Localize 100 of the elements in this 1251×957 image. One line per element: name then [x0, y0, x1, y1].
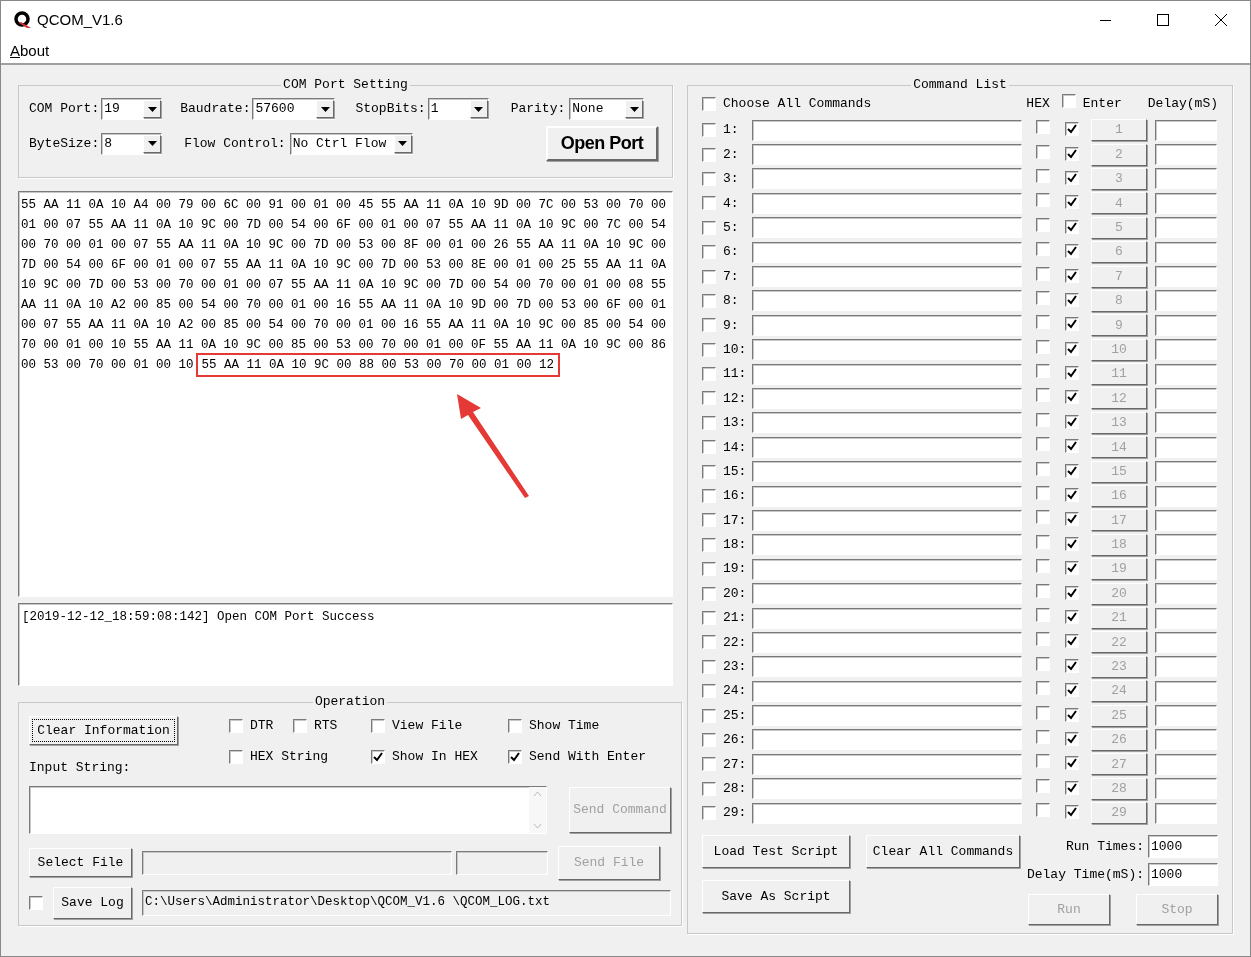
delay-field[interactable] [1155, 705, 1217, 727]
command-field[interactable] [752, 509, 1022, 531]
delay-field[interactable] [1155, 461, 1217, 483]
command-field[interactable] [752, 656, 1022, 678]
delay-field[interactable] [1155, 241, 1217, 263]
command-field[interactable] [752, 778, 1022, 800]
dropdown[interactable]: 57600 [252, 98, 336, 120]
dropdown[interactable]: None [569, 98, 645, 120]
command-field[interactable] [752, 241, 1022, 263]
menu-item[interactable]: About [10, 39, 50, 63]
hex-line: 55 AA 11 0A 10 A4 00 79 00 6C 00 91 00 01 00 45 55 AA 11 0A 10 9D 00 7C 00 53 00 70 00 [21, 196, 667, 214]
delay-field[interactable] [1155, 583, 1217, 605]
checkbox[interactable] [29, 895, 43, 910]
clear-information-button[interactable]: Clear Information [29, 716, 178, 745]
command-field[interactable] [752, 119, 1022, 141]
dropdown[interactable]: 19 [101, 98, 163, 120]
delay-field[interactable] [1155, 388, 1217, 409]
command-field[interactable] [752, 631, 1022, 653]
file-path-field[interactable] [142, 850, 452, 875]
run-times-field[interactable]: 1000 [1148, 835, 1218, 859]
dropdown[interactable]: 8 [101, 132, 163, 155]
command-field[interactable] [752, 217, 1022, 239]
window-title: QCOM_V1.6 [37, 9, 123, 30]
input-string-field[interactable] [29, 785, 547, 834]
delay-field[interactable] [1155, 436, 1217, 458]
command-number: 2: [723, 145, 740, 164]
command-field[interactable] [752, 314, 1022, 336]
receive-text-area[interactable] [18, 191, 673, 597]
delay-field[interactable] [1155, 144, 1217, 166]
load-test-script-button[interactable]: Load Test Script [702, 835, 850, 869]
command-field[interactable] [752, 705, 1022, 727]
command-field[interactable] [752, 192, 1022, 214]
command-field[interactable] [752, 802, 1022, 824]
delay-field[interactable] [1155, 217, 1217, 239]
command-field[interactable] [752, 363, 1022, 385]
clear-all-commands-button[interactable]: Clear All Commands [866, 835, 1020, 869]
delay-field[interactable] [1155, 290, 1217, 312]
command-field[interactable] [752, 144, 1022, 166]
delay-field[interactable] [1155, 558, 1217, 580]
checkbox[interactable] [508, 750, 522, 764]
delay-field[interactable] [1155, 631, 1217, 653]
delay-field[interactable] [1155, 168, 1217, 190]
checkbox[interactable] [371, 750, 385, 764]
delay-field[interactable] [1155, 412, 1217, 434]
checkbox[interactable] [229, 750, 243, 764]
delay-field[interactable] [1155, 802, 1217, 824]
delay-field[interactable] [1155, 192, 1217, 214]
checkbox[interactable] [508, 719, 522, 733]
delay-field[interactable] [1155, 607, 1217, 629]
open-port-button[interactable]: Open Port [546, 126, 658, 161]
checkbox[interactable] [229, 719, 243, 733]
delay-field[interactable] [1155, 534, 1217, 556]
command-field[interactable] [752, 607, 1022, 629]
command-field[interactable] [752, 388, 1022, 409]
delay-field[interactable] [1155, 363, 1217, 385]
command-field[interactable] [752, 339, 1022, 361]
save-as-script-button[interactable]: Save As Script [702, 880, 850, 914]
command-field[interactable] [752, 461, 1022, 483]
delay-field[interactable] [1155, 119, 1217, 141]
delay-field[interactable] [1155, 266, 1217, 288]
delay-field[interactable] [1155, 778, 1217, 800]
command-number: 12: [723, 389, 748, 408]
checkbox[interactable] [702, 97, 716, 111]
log-text-area[interactable]: [2019-12-12_18:59:08:142] Open COM Port Success [18, 603, 673, 686]
command-field[interactable] [752, 168, 1022, 190]
save-log-button[interactable]: Save Log [53, 886, 132, 919]
file-size-field[interactable] [456, 850, 548, 875]
delay-field[interactable] [1155, 339, 1217, 361]
hex-line: 70 00 01 00 10 55 AA 11 0A 10 9C 00 85 00 53 00 70 00 01 00 0F 55 AA 11 0A 10 9C 00 86 [21, 336, 667, 354]
group-title: Operation [313, 694, 387, 710]
command-field[interactable] [752, 412, 1022, 434]
command-field[interactable] [752, 436, 1022, 458]
log-path-field[interactable]: C:\Users\Administrator\Desktop\QCOM_V1.6 \QCOM_LOG.txt [142, 889, 671, 916]
command-field[interactable] [752, 290, 1022, 312]
command-field[interactable] [752, 583, 1022, 605]
delay-field[interactable] [1155, 656, 1217, 678]
command-field[interactable] [752, 266, 1022, 288]
dropdown[interactable]: No Ctrl Flow [289, 132, 413, 155]
checkbox[interactable] [293, 719, 307, 733]
command-field[interactable] [752, 753, 1022, 775]
delay-time-field[interactable]: 1000 [1148, 863, 1218, 887]
checkbox[interactable] [1061, 94, 1076, 108]
command-field[interactable] [752, 534, 1022, 556]
hex-line: 7D 00 54 00 6F 00 01 00 07 55 AA 11 0A 10 9C 00 7D 00 53 00 8E 00 01 00 25 55 AA 11 0A [21, 256, 667, 274]
delay-field[interactable] [1155, 729, 1217, 751]
command-field[interactable] [752, 729, 1022, 751]
command-field[interactable] [752, 558, 1022, 580]
dropdown[interactable]: 1 [427, 98, 489, 120]
delay-field[interactable] [1155, 753, 1217, 775]
command-field[interactable] [752, 485, 1022, 507]
command-number: 3: [723, 170, 740, 189]
command-number: 22: [723, 633, 748, 652]
select-file-button[interactable]: Select File [29, 848, 132, 877]
command-field[interactable] [752, 680, 1022, 702]
delay-field[interactable] [1155, 680, 1217, 702]
delay-field[interactable] [1155, 509, 1217, 531]
option-label: Show Time [529, 717, 600, 736]
checkbox[interactable] [371, 719, 385, 733]
delay-field[interactable] [1155, 314, 1217, 336]
delay-field[interactable] [1155, 485, 1217, 507]
